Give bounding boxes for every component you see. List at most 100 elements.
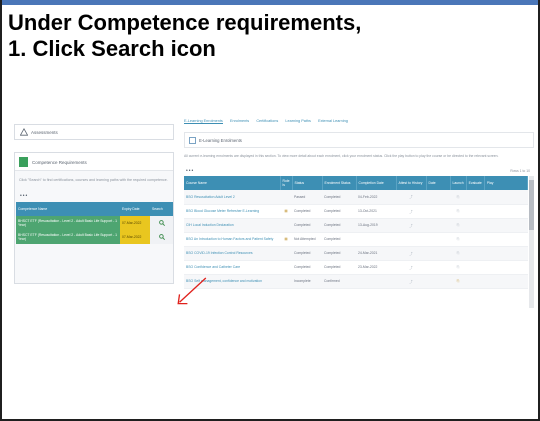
play-cell [484, 246, 528, 261]
status[interactable]: Completed [292, 218, 322, 233]
competence-title: Competence Requirements [32, 160, 87, 165]
col-expiry-date[interactable]: Expiry Date [120, 202, 150, 216]
evaluate-cell [466, 190, 485, 205]
role-icon: ▦ [280, 232, 292, 247]
attest-icon[interactable]: ⤴ [396, 260, 426, 275]
instruction-line-2: 1. Click Search icon [8, 36, 216, 61]
search-icon[interactable] [158, 219, 165, 226]
date-cell [426, 204, 450, 219]
embedded-screenshot: Assessments Competence Requirements Clic… [10, 108, 534, 308]
course-name[interactable]: BSO Blood Glucose Meter Refresher E-Lear… [184, 204, 280, 219]
course-name[interactable]: CIH Local Induction Declaration [184, 218, 280, 233]
more-options-icon[interactable]: ••• [186, 168, 194, 174]
search-icon[interactable] [158, 233, 165, 240]
col-attest-history[interactable]: Attest to History [396, 176, 427, 190]
tab-e-learning-enrolments[interactable]: E-Learning Enrolments [184, 119, 223, 124]
course-name[interactable]: BSO COVID-19 Infection Control Resources [184, 246, 280, 261]
assessments-title: Assessments [31, 130, 58, 135]
role-cell [280, 274, 292, 289]
evaluate-cell [466, 246, 485, 261]
tab-external-learning[interactable]: External Learning [318, 119, 348, 123]
col-status[interactable]: Status [292, 176, 323, 190]
role-cell [280, 190, 292, 205]
date-cell [426, 190, 450, 205]
date-cell [426, 218, 450, 233]
tab-enrolments[interactable]: Enrolments [230, 119, 249, 123]
date-cell [426, 260, 450, 275]
enrolment-status[interactable]: Completed [322, 232, 356, 247]
enrolments-description: All current e-learning enrolments are di… [184, 154, 499, 158]
completion-date: 23-Mar-2022 [356, 260, 396, 275]
role-cell [280, 246, 292, 261]
enrolment-status[interactable]: Completed [322, 260, 356, 275]
status[interactable]: Completed [292, 204, 322, 219]
attest-icon[interactable]: ⤴ [396, 218, 426, 233]
more-options-icon[interactable]: ••• [20, 193, 28, 199]
col-role[interactable]: Role ls [280, 176, 293, 190]
annotation-arrow-icon [177, 277, 207, 305]
launch-icon[interactable]: ⎘ [450, 204, 467, 219]
status[interactable]: Not Attempted [292, 232, 322, 247]
table-scrollbar[interactable] [529, 176, 534, 308]
enrolment-status[interactable]: Confirmed [322, 274, 356, 289]
enrolment-status[interactable]: Completed [322, 204, 356, 219]
course-name[interactable]: BSO An Introduction to Human Factors and… [184, 232, 280, 247]
instruction-text: Under Competence requirements, 1. Click … [8, 10, 528, 62]
launch-icon[interactable]: ⎘ [450, 218, 467, 233]
table-row: BSO COVID-19 Infection Control Resources… [184, 246, 528, 261]
competence-header: Competence Requirements [15, 153, 173, 171]
attest-icon[interactable]: ⤴ [396, 204, 426, 219]
tab-learning-paths[interactable]: Learning Paths [285, 119, 311, 123]
date-cell [426, 232, 450, 247]
col-course-name[interactable]: Course Name [184, 176, 281, 190]
competence-panel: Competence Requirements Click "Search" t… [14, 152, 174, 284]
evaluate-cell [466, 274, 485, 289]
attest-icon[interactable]: ⤴ [396, 190, 426, 205]
col-enrolment-status[interactable]: Enrolment Status [322, 176, 357, 190]
col-play: Play [484, 176, 529, 190]
launch-icon[interactable]: ⎘ [450, 260, 467, 275]
assessments-panel[interactable]: Assessments [14, 124, 174, 140]
right-panel: E-Learning Enrolments Enrolments Certifi… [184, 108, 534, 308]
course-name[interactable]: BSO Resuscitation Adult Level 2 [184, 190, 280, 205]
enrolment-status[interactable]: Completed [322, 218, 356, 233]
scrollbar-thumb[interactable] [529, 180, 534, 230]
col-search: Search [150, 202, 173, 216]
search-button[interactable] [150, 216, 173, 230]
launch-icon[interactable]: ⎘ [450, 274, 467, 289]
status[interactable]: Passed [292, 190, 322, 205]
attest-icon[interactable]: ⤴ [396, 246, 426, 261]
enrolments-table: Course Name Role ls Status Enrolment Sta… [184, 176, 529, 289]
competence-name: BHSCT ETF (Resuscitation - Level 2 - Adu… [16, 230, 120, 244]
competence-table: Competence Name Expiry Date Search BHSCT… [16, 202, 173, 244]
course-name[interactable]: BSO Confidence and Catheter Care [184, 260, 280, 275]
launch-icon[interactable]: ⎘ [450, 190, 467, 205]
tab-certifications[interactable]: Certifications [256, 119, 278, 123]
enrolments-title: E-Learning Enrolments [199, 138, 242, 143]
enrolment-status[interactable]: Completed [322, 246, 356, 261]
search-button[interactable] [150, 230, 173, 244]
status[interactable]: Incomplete [292, 274, 322, 289]
play-cell [484, 260, 528, 275]
evaluate-cell [466, 204, 485, 219]
elearning-icon [189, 137, 196, 144]
evaluate-cell [466, 232, 485, 247]
attest-icon[interactable] [396, 232, 426, 247]
status[interactable]: Completed [292, 246, 322, 261]
left-panel: Assessments Competence Requirements Clic… [10, 108, 176, 308]
attest-icon[interactable]: ⤴ [396, 274, 426, 289]
launch-icon[interactable]: ⎘ [450, 232, 467, 247]
completion-date: 13-Oct-2021 [356, 204, 396, 219]
col-launch: Launch [450, 176, 467, 190]
evaluate-cell [466, 260, 485, 275]
enrolment-status[interactable]: Completed [322, 190, 356, 205]
status[interactable]: Completed [292, 260, 322, 275]
launch-icon[interactable]: ⎘ [450, 246, 467, 261]
competence-icon [19, 157, 28, 167]
play-cell [484, 232, 528, 247]
evaluate-cell [466, 218, 485, 233]
col-competence-name[interactable]: Competence Name [16, 202, 120, 216]
col-completion-date[interactable]: Completion Date [356, 176, 397, 190]
role-cell [280, 218, 292, 233]
col-date[interactable]: Date [426, 176, 451, 190]
